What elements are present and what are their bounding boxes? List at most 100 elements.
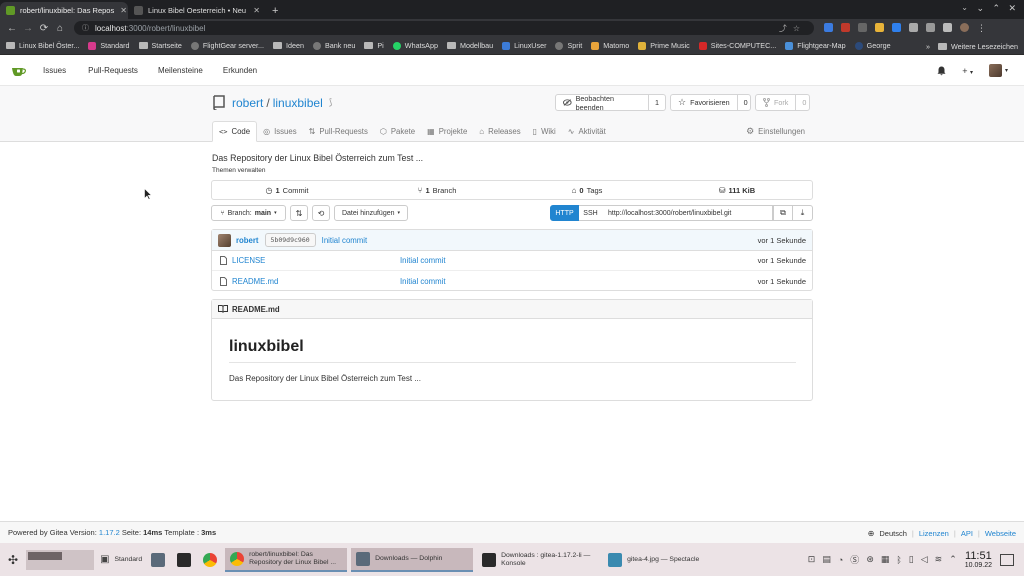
home-icon[interactable]: ⌂	[52, 23, 68, 34]
tab-search-chevron-icon[interactable]: ⌄	[961, 3, 968, 12]
extension-grey-icon[interactable]	[858, 22, 867, 32]
readme-filename[interactable]: README.md	[232, 305, 280, 314]
taskbar-task-chrome[interactable]: robert/linuxbibel: Das Repository der Li…	[225, 547, 348, 572]
tags-stat[interactable]: ⌂ 0 Tags	[512, 181, 662, 199]
back-arrow-icon[interactable]: ←	[4, 23, 20, 34]
tab-projects[interactable]: ▦ Projekte	[421, 121, 473, 142]
tray-clipboard-icon[interactable]: ▤	[822, 554, 831, 565]
history-button[interactable]: ⟲	[312, 205, 330, 221]
media-control-icon[interactable]	[926, 22, 935, 32]
tab-releases[interactable]: ⌂ Releases	[473, 121, 526, 142]
tray-speaker-icon[interactable]: ◁	[921, 554, 928, 565]
nav-issues[interactable]: Issues	[43, 66, 66, 75]
minimize-window-icon[interactable]: ⌄	[976, 3, 984, 14]
file-name-link[interactable]: README.md	[232, 277, 278, 286]
branch-dropdown[interactable]: ⑂ Branch: main ▾	[211, 205, 286, 221]
file-commit-link[interactable]: Initial commit	[400, 256, 446, 265]
tray-wifi-icon[interactable]: ≋	[935, 554, 943, 565]
tab-issues[interactable]: ◎ Issues	[257, 121, 303, 142]
browser-menu-icon[interactable]: ⋮	[977, 23, 986, 34]
commits-stat[interactable]: ◷ 1 Commit	[212, 181, 362, 199]
tray-bluetooth-icon[interactable]: ᛒ	[896, 555, 901, 565]
website-link[interactable]: Webseite	[985, 529, 1016, 538]
bookmark-item[interactable]: Modellbau	[446, 41, 493, 50]
extensions-puzzle-icon[interactable]	[909, 22, 918, 32]
tab-packages[interactable]: ⬡ Pakete	[374, 121, 421, 142]
extension-yellow-icon[interactable]	[875, 22, 884, 32]
licenses-link[interactable]: Lizenzen	[919, 529, 949, 538]
bookmark-item[interactable]: George	[854, 41, 891, 50]
bookmark-item[interactable]: Bank neu	[313, 41, 355, 50]
file-name-link[interactable]: LICENSE	[232, 256, 265, 265]
tray-battery-icon[interactable]: ▯	[909, 554, 914, 565]
version-link[interactable]: 1.17.2	[99, 528, 120, 537]
close-window-icon[interactable]: ✕	[1008, 3, 1016, 14]
extension-translate-icon[interactable]	[824, 22, 833, 32]
profile-avatar-icon[interactable]	[960, 22, 969, 32]
share-icon[interactable]: ⤴	[779, 24, 793, 33]
clone-url-input[interactable]: http://localhost:3000/robert/linuxbibel.…	[602, 205, 773, 221]
system-clock[interactable]: 11:51 10.09.22	[965, 550, 992, 569]
fork-button[interactable]: Fork 0	[755, 94, 810, 111]
tab-pull-requests[interactable]: ⇅ Pull-Requests	[303, 121, 374, 142]
branches-stat[interactable]: ⑂ 1 Branch	[362, 181, 512, 199]
tab-code[interactable]: <> Code	[212, 121, 258, 142]
taskbar-task-konsole[interactable]: Downloads : gitea-1.17.2-li — Konsole	[477, 548, 599, 572]
dolphin-launcher-icon[interactable]	[151, 552, 166, 567]
new-tab-button[interactable]: +	[266, 2, 284, 19]
chrome-launcher-icon[interactable]	[203, 552, 218, 567]
copy-url-button[interactable]: ⧉	[773, 205, 793, 221]
bookmark-item[interactable]: Startseite	[138, 41, 182, 50]
tray-expand-icon[interactable]: ⌃	[949, 554, 957, 565]
close-tab-icon[interactable]: ✕	[114, 6, 127, 15]
bookmark-item[interactable]: Linux Bibel Öster...	[6, 41, 79, 50]
tray-display-icon[interactable]: ⊡	[808, 554, 816, 565]
repo-owner-link[interactable]: robert	[232, 96, 263, 110]
create-plus-dropdown[interactable]: + ▾	[962, 66, 973, 76]
forward-arrow-icon[interactable]: →	[20, 23, 36, 34]
browser-tab-linuxbibel[interactable]: Linux Bibel Oesterreich • Neu ✕	[128, 2, 266, 19]
taskbar-task-standard[interactable]: Standard	[110, 548, 148, 572]
gitea-logo-icon[interactable]	[11, 65, 27, 77]
api-link[interactable]: API	[961, 529, 973, 538]
virtual-desktop-pager[interactable]	[26, 549, 95, 570]
tab-settings[interactable]: ⚙ Einstellungen	[746, 126, 805, 137]
tray-notes-icon[interactable]: ▦	[881, 554, 890, 565]
star-button[interactable]: ☆ Favorisieren 0	[670, 94, 751, 111]
bookmark-item[interactable]: Sites-COMPUTEC...	[698, 41, 776, 50]
taskbar-task-dolphin[interactable]: Downloads — Dolphin	[351, 547, 474, 572]
commit-message[interactable]: Initial commit	[322, 236, 368, 245]
language-selector[interactable]: Deutsch	[879, 529, 907, 538]
unwatch-button[interactable]: Beobachten beenden 1	[555, 94, 666, 112]
browser-tab-gitea[interactable]: robert/linuxbibel: Das Repos ✕	[0, 2, 128, 19]
show-desktop-icon[interactable]	[1000, 553, 1014, 566]
avatar[interactable]	[218, 233, 231, 247]
bookmark-star-icon[interactable]: ☆	[793, 24, 806, 33]
maximize-window-icon[interactable]: ⌃	[992, 3, 1000, 14]
tray-skype-icon[interactable]: Ⓢ	[850, 553, 859, 566]
close-tab-icon[interactable]: ✕	[247, 6, 260, 15]
rss-feed-icon[interactable]: ⟆	[329, 97, 333, 108]
extension-red-icon[interactable]	[841, 22, 850, 32]
extension-blue-icon[interactable]	[892, 22, 901, 32]
more-bookmarks[interactable]: » Weitere Lesezeichen	[926, 42, 1018, 51]
address-bar[interactable]: ⓘ localhost:3000/robert/linuxbibel ⤴☆	[74, 21, 814, 35]
nav-pull-requests[interactable]: Pull-Requests	[88, 66, 138, 75]
nav-milestones[interactable]: Meilensteine	[158, 66, 203, 75]
tab-activity[interactable]: ∿ Aktivität	[562, 121, 612, 142]
fork-count[interactable]: 0	[795, 95, 812, 110]
taskbar-task-spectacle[interactable]: gitea-4.jpg — Spectacle	[603, 548, 721, 572]
application-launcher-icon[interactable]: ✣	[8, 553, 18, 567]
bookmark-item[interactable]: Standard	[88, 41, 130, 50]
user-menu[interactable]: ▾	[988, 64, 1008, 77]
tray-update-icon[interactable]: ⊛	[866, 554, 874, 565]
nav-explore[interactable]: Erkunden	[223, 66, 257, 75]
info-icon[interactable]: ⓘ	[82, 23, 89, 33]
reading-list-icon[interactable]	[943, 22, 952, 32]
manage-topics-link[interactable]: Themen verwalten	[212, 167, 265, 174]
bell-icon[interactable]	[937, 66, 946, 76]
commit-author[interactable]: robert	[236, 236, 259, 245]
compare-button[interactable]: ⇅	[290, 205, 308, 221]
tab-wiki[interactable]: ▯ Wiki	[527, 121, 562, 142]
ssh-clone-button[interactable]: SSH	[579, 205, 603, 221]
